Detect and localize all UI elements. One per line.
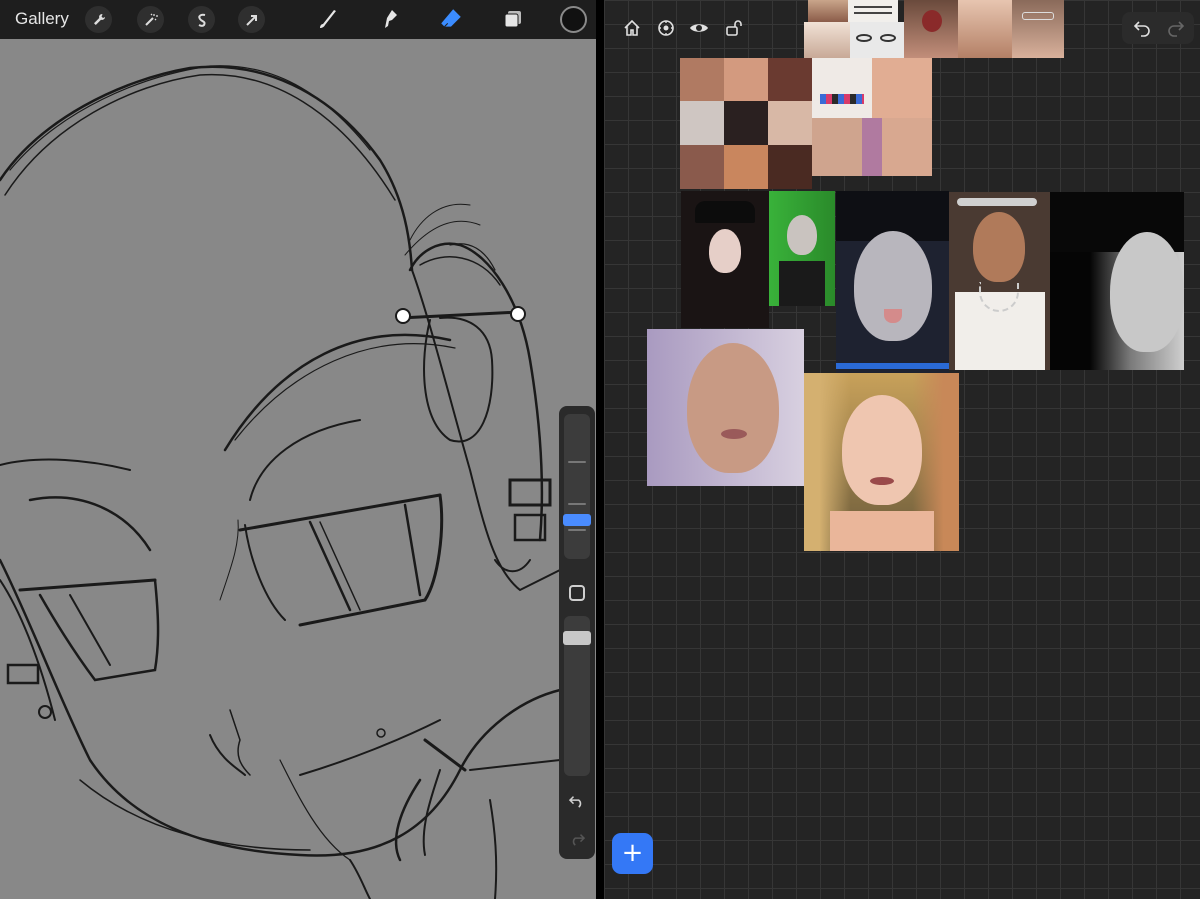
modify-button[interactable] (569, 585, 585, 601)
selection-icon[interactable] (188, 6, 215, 33)
procreate-toolbar: Gallery (0, 0, 596, 39)
split-view: Gallery + (0, 0, 1200, 899)
ref-smiling-woman[interactable] (958, 0, 1012, 58)
procreate-sidebar (559, 406, 595, 859)
undo-redo-group (1122, 12, 1194, 44)
smudge-icon[interactable] (376, 5, 404, 33)
ref-face-lips[interactable] (808, 0, 848, 22)
freeform-undo-icon[interactable] (1130, 16, 1154, 40)
transform-arrow-icon[interactable] (238, 6, 265, 33)
ref-green-hair-goth[interactable] (769, 191, 835, 306)
opacity-mark-top (568, 503, 586, 505)
ref-tongue-open-mouth[interactable] (904, 0, 958, 58)
home-icon[interactable] (620, 16, 644, 40)
procreate-app: Gallery (0, 0, 596, 899)
opacity-handle[interactable] (563, 631, 591, 645)
redo-icon[interactable] (567, 830, 587, 848)
brush-size-handle[interactable] (563, 514, 591, 526)
split-view-divider[interactable] (596, 0, 604, 899)
ref-strawberry-blonde-selfie[interactable] (804, 373, 959, 551)
opacity-mark-bottom (568, 529, 586, 531)
magic-wand-icon[interactable] (137, 6, 164, 33)
eye-icon[interactable] (687, 16, 711, 40)
ref-eyes-diagram-lower[interactable] (850, 22, 904, 58)
ref-eyes-diagram[interactable] (848, 0, 898, 22)
wrench-icon[interactable] (85, 6, 112, 33)
ref-bw-profile-nose-ring[interactable] (1050, 192, 1184, 370)
eraser-icon[interactable] (437, 5, 465, 33)
ref-ear-piercings-grid[interactable] (680, 58, 812, 189)
ref-smiling-chain-necklace[interactable] (949, 192, 1050, 370)
freeform-app: + (604, 0, 1200, 899)
undo-icon[interactable] (567, 792, 587, 810)
color-picker-swatch[interactable] (560, 6, 587, 33)
ref-glasses-tongue[interactable] (1012, 0, 1064, 58)
ref-tongue-piercing-goth[interactable] (836, 191, 949, 374)
brush-icon[interactable] (314, 5, 342, 33)
freeform-redo-icon[interactable] (1164, 16, 1188, 40)
ref-goth-hat-woman[interactable] (681, 191, 769, 328)
layers-icon[interactable] (499, 5, 527, 33)
ref-belly-piercings-grid[interactable] (812, 58, 932, 176)
gallery-button[interactable]: Gallery (15, 9, 69, 29)
settings-icon[interactable] (654, 16, 678, 40)
unlock-icon[interactable] (722, 16, 746, 40)
add-item-button[interactable]: + (612, 833, 653, 874)
brush-size-mark (568, 461, 586, 463)
brush-size-slider[interactable] (564, 414, 590, 559)
sketch-canvas[interactable] (0, 39, 596, 899)
ref-lavender-hair-makeup[interactable] (647, 329, 804, 486)
ref-blonde-woman-small[interactable] (804, 22, 850, 58)
